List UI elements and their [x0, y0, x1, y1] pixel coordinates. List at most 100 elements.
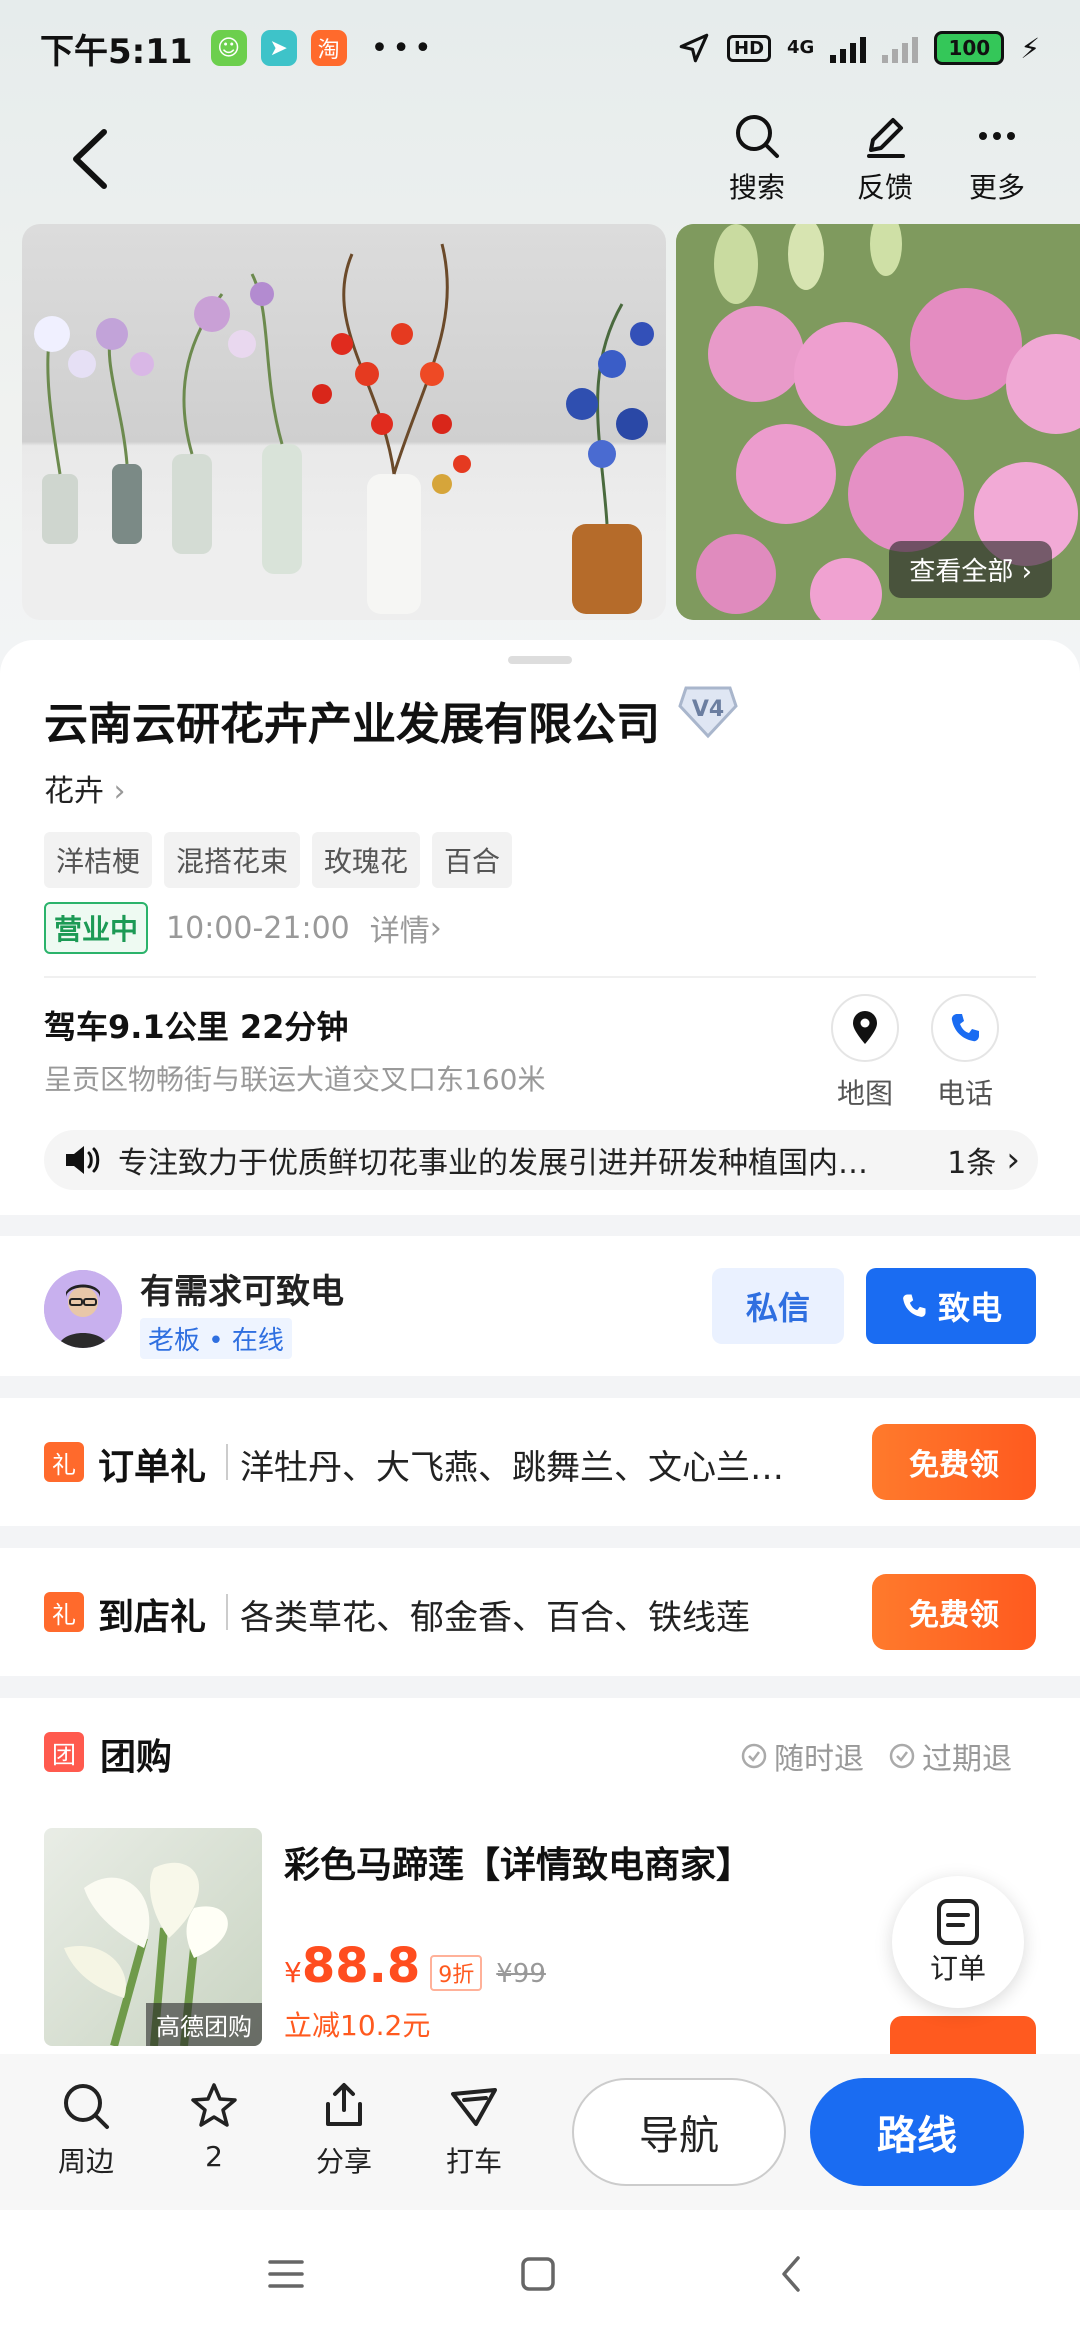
edit-icon [867, 118, 905, 158]
wechat-notification-icon: ☺ [210, 30, 247, 66]
price-value: 88.8 [301, 1938, 421, 1994]
message-button[interactable]: 私信 [712, 1268, 844, 1344]
network-type: 4G [787, 37, 815, 58]
tag[interactable]: 百合 [432, 832, 513, 888]
back-arrow-icon [73, 129, 107, 189]
divider [226, 1444, 228, 1480]
share-button[interactable]: 分享 [294, 2080, 394, 2180]
view-all-label: 查看全部 [909, 557, 1014, 587]
route-button[interactable]: 路线 [810, 2078, 1024, 2186]
map-button[interactable]: 地图 [820, 994, 910, 1112]
gift-name: 到店礼 [98, 1597, 207, 1638]
photo-flowers-in-vases[interactable] [22, 224, 666, 620]
notice-count: 1条 [947, 1146, 997, 1181]
gift-icon: 礼 [44, 1442, 84, 1482]
search-button[interactable]: 搜索 [712, 112, 802, 206]
taxi-label: 打车 [445, 2145, 502, 2178]
divider [226, 1594, 228, 1630]
business-hours[interactable]: 营业中 10:00-21:00 详情 › [44, 902, 442, 954]
more-label: 更多 [968, 171, 1025, 204]
place-info-card: 云南云研花卉产业发展有限公司 V4 花卉 › 洋桔梗 混搭花束 玫瑰花 百合 营… [0, 640, 1080, 1215]
gift-description: 洋牡丹、大飞燕、跳舞兰、文心兰… [240, 1448, 784, 1488]
drag-handle[interactable] [508, 656, 572, 664]
feedback-button[interactable]: 反馈 [840, 112, 930, 206]
system-navigation-bar [0, 2210, 1080, 2340]
call-button[interactable]: 致电 [866, 1268, 1036, 1344]
store-gift-section: 礼 到店礼 各类草花、郁金香、百合、铁线莲 免费领 [0, 1548, 1080, 1676]
policy-label: 过期退 [922, 1742, 1012, 1777]
level-badge-text: V4 [692, 697, 724, 722]
category-link[interactable]: 花卉 › [44, 766, 126, 810]
policy-label: 随时退 [774, 1742, 864, 1777]
map-pin-icon [853, 1011, 877, 1044]
view-all-photos-button[interactable]: 查看全部 › [889, 541, 1052, 598]
map-label: 地图 [836, 1077, 893, 1110]
claim-free-button[interactable]: 免费领 [872, 1424, 1036, 1500]
back-button[interactable] [60, 124, 120, 194]
chevron-right-icon: › [1021, 557, 1032, 587]
tag[interactable]: 洋桔梗 [44, 832, 153, 888]
battery-icon: 100 [934, 31, 1005, 65]
address[interactable]: 呈贡区物畅街与联运大道交叉口东160米 [44, 1058, 545, 1098]
deal-title[interactable]: 彩色马蹄莲【详情致电商家】 [284, 1836, 752, 1888]
share-icon [326, 2083, 362, 2126]
top-navigation: 搜索 反馈 更多 [0, 110, 1080, 210]
taxi-button[interactable]: 打车 [424, 2080, 524, 2180]
feedback-label: 反馈 [856, 171, 913, 204]
details-link[interactable]: 详情 [370, 906, 430, 950]
divider [44, 976, 1036, 978]
contact-title: 有需求可致电 [140, 1272, 344, 1312]
order-gift-section: 礼 订单礼 洋牡丹、大飞燕、跳舞兰、文心兰… 免费领 [0, 1398, 1080, 1526]
phone-label: 电话 [936, 1077, 993, 1110]
photo-gallery[interactable]: 查看全部 › [22, 224, 1080, 620]
location-arrow-icon [679, 33, 709, 63]
flower-vases-image [22, 243, 666, 620]
hd-icon: HD [727, 34, 772, 62]
original-price: ¥99 [496, 1959, 546, 1989]
more-notifications-icon: ••• [370, 30, 436, 66]
deal-image[interactable]: 高德团购 [44, 1828, 262, 2046]
bottom-action-bar: 周边 2 分享 打车 导航 路线 [0, 2054, 1080, 2210]
navigate-button[interactable]: 导航 [572, 2078, 786, 2186]
nearby-label: 周边 [57, 2145, 114, 2178]
order-label: 订单 [929, 1952, 986, 1985]
back-icon[interactable] [772, 2254, 812, 2294]
gift-name: 订单礼 [98, 1447, 207, 1488]
status-bar: 下午5:11 ☺ ➤ 淘 ••• HD 4G 100 ⚡ [0, 0, 1080, 96]
call-label: 致电 [937, 1289, 1002, 1327]
speaker-icon [66, 1146, 100, 1174]
gift-description: 各类草花、郁金香、百合、铁线莲 [240, 1598, 750, 1638]
photo-pink-lisianthus[interactable]: 查看全部 › [676, 224, 1080, 620]
chevron-right-icon: › [1006, 1140, 1020, 1180]
more-button[interactable]: 更多 [952, 112, 1042, 206]
drive-info: 驾车9.1公里 22分钟 [44, 1008, 349, 1046]
order-floating-button[interactable]: 订单 [892, 1876, 1024, 2008]
policy-anytime-refund: 随时退 [740, 1734, 864, 1778]
taxi-icon [451, 2088, 497, 2126]
favorite-button[interactable]: 2 [164, 2080, 264, 2173]
deal-price: ¥ 88.8 9折 ¥99 [284, 1938, 546, 1994]
signal-icon [830, 33, 867, 63]
menu-icon[interactable] [266, 2254, 306, 2294]
share-label: 分享 [315, 2145, 372, 2178]
chevron-right-icon: › [429, 910, 442, 946]
place-name: 云南云研花卉产业发展有限公司 [44, 699, 660, 750]
star-icon [191, 2083, 237, 2127]
search-label: 搜索 [728, 171, 785, 204]
open-status-badge: 营业中 [44, 902, 149, 954]
notice-text: 专注致力于优质鲜切花事业的发展引进并研发种植国内… [118, 1146, 868, 1181]
nearby-button[interactable]: 周边 [36, 2080, 136, 2180]
group-buy-icon: 团 [44, 1732, 84, 1772]
gift-icon: 礼 [44, 1592, 84, 1632]
charging-icon: ⚡ [1020, 31, 1040, 65]
tag[interactable]: 玫瑰花 [312, 832, 421, 888]
tag[interactable]: 混搭花束 [164, 832, 301, 888]
savings-text: 立减10.2元 [284, 2009, 431, 2042]
phone-icon [903, 1294, 926, 1317]
notice-bar[interactable]: 专注致力于优质鲜切花事业的发展引进并研发种植国内… 1条 › [44, 1130, 1038, 1190]
taobao-notification-icon: 淘 [310, 30, 347, 66]
home-icon[interactable] [518, 2254, 558, 2294]
location-app-icon: ➤ [260, 30, 297, 66]
phone-button[interactable]: 电话 [920, 994, 1010, 1112]
claim-free-button[interactable]: 免费领 [872, 1574, 1036, 1650]
